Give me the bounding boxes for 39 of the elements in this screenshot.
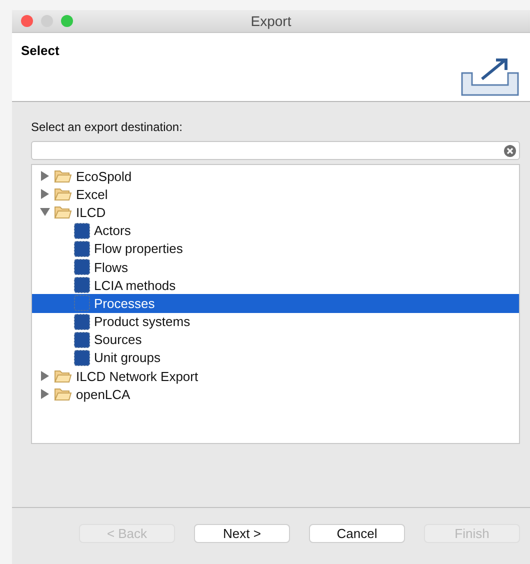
dataset-icon xyxy=(74,332,90,348)
dataset-icon xyxy=(74,295,90,312)
dialog-button[interactable]: Next > xyxy=(194,524,290,542)
tree-item[interactable]: Actors xyxy=(32,222,519,240)
dataset-icon xyxy=(74,350,90,366)
folder-icon xyxy=(54,169,72,184)
folder-icon xyxy=(54,205,72,220)
dataset-icon xyxy=(74,240,90,257)
tree-item[interactable]: LCIA methods xyxy=(32,276,519,294)
dataset-icon xyxy=(74,222,90,239)
tree-item[interactable]: Excel xyxy=(32,185,519,204)
tree-item[interactable]: ILCD xyxy=(32,203,519,222)
collapsed-triangle-icon[interactable] xyxy=(40,189,50,200)
folder-icon xyxy=(54,187,72,202)
window-title: Export xyxy=(250,13,292,29)
search-field[interactable] xyxy=(31,141,520,160)
dialog-button[interactable]: Cancel xyxy=(309,524,405,542)
tree-item[interactable]: Flow properties xyxy=(32,240,519,258)
clear-icon[interactable] xyxy=(504,144,516,156)
tree-item[interactable]: Product systems xyxy=(32,312,519,331)
collapsed-triangle-icon[interactable] xyxy=(40,389,50,400)
collapsed-triangle-icon[interactable] xyxy=(40,171,50,182)
dataset-icon xyxy=(74,277,90,294)
tree-item[interactable]: ILCD Network Export xyxy=(32,367,519,386)
folder-icon xyxy=(54,369,72,384)
expanded-triangle-icon[interactable] xyxy=(40,207,50,218)
folder-icon xyxy=(54,387,72,402)
tree-item[interactable]: Sources xyxy=(32,330,519,349)
page-title: Select xyxy=(21,43,60,59)
tree-item[interactable]: EcoSpold xyxy=(32,167,519,186)
prompt-label: Select an export destination: xyxy=(31,120,182,134)
tree-item[interactable]: openLCA xyxy=(32,385,519,404)
tree-item[interactable]: Flows xyxy=(32,258,519,276)
tree-item[interactable]: Unit groups xyxy=(32,348,519,368)
dataset-icon xyxy=(74,259,90,276)
close-button[interactable] xyxy=(21,15,33,27)
tree-item[interactable]: Processes xyxy=(32,294,519,312)
dataset-icon xyxy=(74,314,90,330)
collapsed-triangle-icon[interactable] xyxy=(40,371,50,382)
